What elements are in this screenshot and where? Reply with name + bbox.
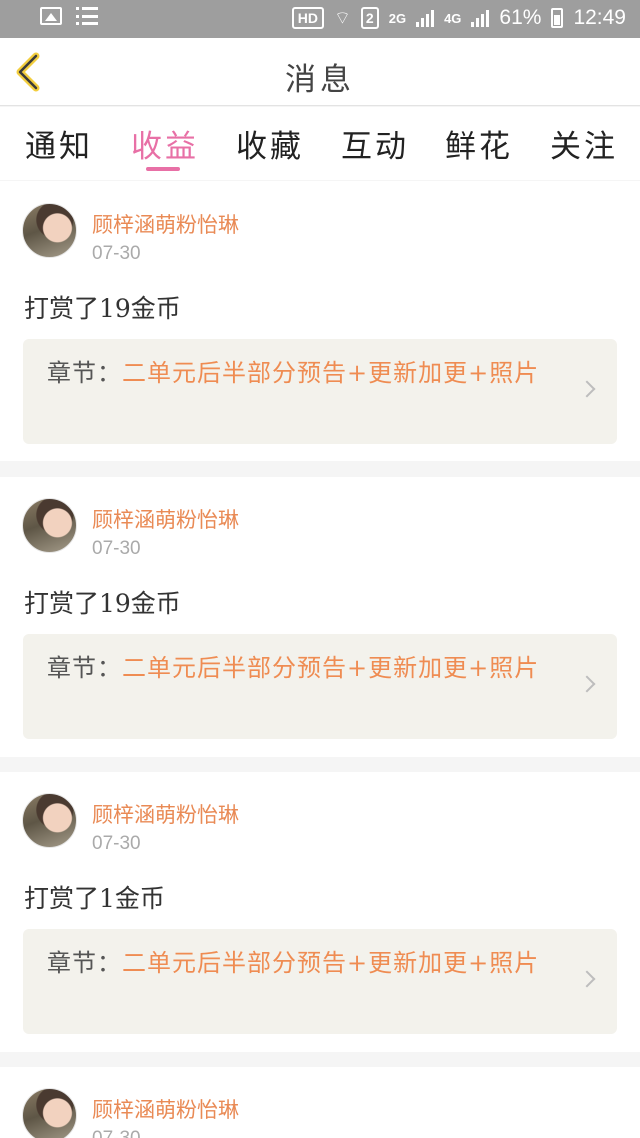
status-bar: HD ⌔ 2 2G 4G 61% 12:49: [0, 0, 640, 38]
avatar[interactable]: [22, 793, 77, 848]
username[interactable]: 顾梓涵萌粉怡琳: [92, 504, 239, 534]
gallery-icon: [40, 7, 62, 25]
chapter-text: 章节：二单元后半部分预告+更新加更+照片: [47, 946, 567, 980]
tab-bar: 通知 收益 收藏 互动 鲜花 关注: [0, 107, 640, 180]
tab-favorites[interactable]: 收藏: [236, 121, 304, 166]
chapter-link[interactable]: 章节：二单元后半部分预告+更新加更+照片: [23, 339, 617, 444]
tab-interactions[interactable]: 互动: [341, 121, 409, 166]
hd-badge: HD: [291, 7, 324, 29]
reward-text: 打赏了19金币: [24, 589, 181, 618]
chevron-right-icon: [578, 970, 596, 988]
username[interactable]: 顾梓涵萌粉怡琳: [92, 799, 239, 829]
message-date: 07-30: [92, 243, 141, 264]
tab-following[interactable]: 关注: [550, 121, 618, 166]
chapter-title: 二单元后半部分预告+更新加更+照片: [122, 654, 540, 682]
chapter-title: 二单元后半部分预告+更新加更+照片: [122, 949, 540, 977]
battery-icon: [551, 8, 564, 28]
message-date: 07-30: [92, 833, 141, 854]
tab-notifications[interactable]: 通知: [25, 121, 93, 166]
chapter-label: 章节：: [47, 949, 122, 977]
reward-text: 打赏了1金币: [24, 884, 165, 913]
list-item: 顾梓涵萌粉怡琳 07-30 打赏了19金币 章节：二单元后半部分预告+更新加更+…: [0, 181, 640, 461]
reward-text: 打赏了19金币: [24, 294, 181, 323]
avatar[interactable]: [22, 498, 77, 553]
page-title: 消息: [285, 62, 355, 98]
chapter-link[interactable]: 章节：二单元后半部分预告+更新加更+照片: [23, 634, 617, 739]
chevron-right-icon: [578, 380, 596, 398]
list-item: 顾梓涵萌粉怡琳 07-30 打赏了1金币 章节：二单元后半部分预告+更新加更+照…: [0, 772, 640, 1052]
tab-flowers[interactable]: 鲜花: [445, 121, 513, 166]
sim-badge: 2: [360, 7, 379, 29]
network-type-label: 2G: [388, 10, 407, 26]
chapter-label: 章节：: [47, 359, 122, 387]
chapter-label: 章节：: [47, 654, 122, 682]
list-item: 顾梓涵萌粉怡琳 07-30 打赏了19金币 章节：二单元后半部分预告+更新加更+…: [0, 477, 640, 757]
clock: 12:49: [573, 6, 626, 29]
active-tab-indicator: [146, 167, 180, 171]
signal-icon: [416, 9, 435, 27]
avatar[interactable]: [22, 1088, 77, 1138]
list-item: 顾梓涵萌粉怡琳 07-30: [0, 1067, 640, 1138]
chapter-link[interactable]: 章节：二单元后半部分预告+更新加更+照片: [23, 929, 617, 1034]
chapter-text: 章节：二单元后半部分预告+更新加更+照片: [47, 356, 567, 390]
username[interactable]: 顾梓涵萌粉怡琳: [92, 1094, 239, 1124]
list-icon: [76, 7, 98, 25]
network-4g-label: 4G: [444, 10, 462, 26]
message-date: 07-30: [92, 538, 141, 559]
header-bar: 消息: [0, 38, 640, 106]
chevron-right-icon: [578, 675, 596, 693]
tab-earnings[interactable]: 收益: [131, 121, 199, 166]
chapter-text: 章节：二单元后半部分预告+更新加更+照片: [47, 651, 567, 685]
avatar[interactable]: [22, 203, 77, 258]
wifi-icon: ⌔: [334, 7, 351, 28]
chapter-title: 二单元后半部分预告+更新加更+照片: [122, 359, 540, 387]
battery-percent: 61%: [499, 6, 542, 29]
signal-4g-icon: [471, 9, 490, 27]
message-date: 07-30: [92, 1128, 141, 1138]
username[interactable]: 顾梓涵萌粉怡琳: [92, 209, 239, 239]
